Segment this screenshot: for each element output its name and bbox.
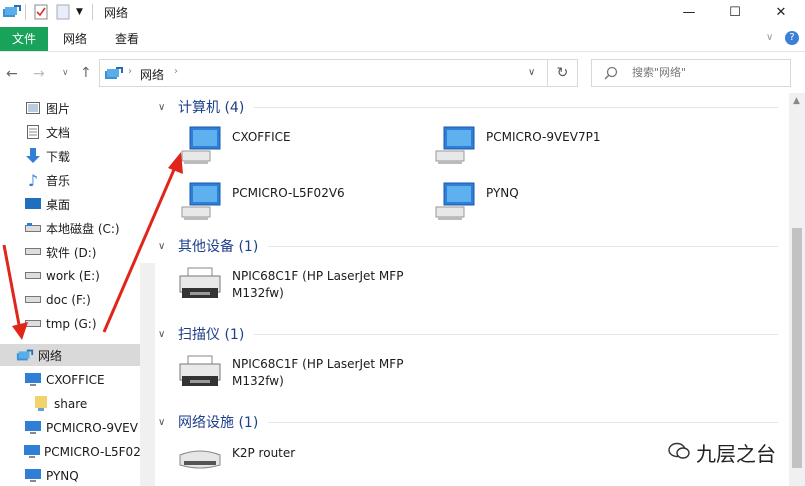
computer-icon: [24, 468, 42, 484]
group-divider: [268, 421, 778, 423]
sidebar-item-drive-g[interactable]: tmp (G:): [0, 313, 140, 335]
window-title: 网络: [104, 6, 129, 20]
scrollbar-thumb[interactable]: [792, 228, 802, 468]
computer-icon: [434, 181, 478, 226]
wechat-icon: [668, 441, 690, 465]
drive-icon: [24, 268, 42, 284]
group-header-computers[interactable]: ∨ 计算机 (4): [158, 97, 778, 117]
computer-icon: [180, 125, 224, 170]
network-item-pcmicro-9vev7p1[interactable]: PCMICRO-9VEV7P1: [434, 125, 600, 170]
network-item-router[interactable]: K2P router: [176, 441, 295, 478]
sidebar-item-pynq[interactable]: PYNQ: [0, 465, 140, 486]
navigation-pane: 图片 文档 下载 ♪ 音乐 桌面 本地磁盘 (C:) 软件 (D:) work …: [0, 93, 155, 486]
content-scrollbar[interactable]: ▲: [789, 93, 805, 486]
breadcrumb-network[interactable]: 网络: [140, 66, 164, 83]
group-header-other-devices[interactable]: ∨ 其他设备 (1): [158, 236, 778, 256]
search-box[interactable]: [591, 59, 791, 87]
drive-icon: [24, 316, 42, 332]
sidebar-item-drive-d[interactable]: 软件 (D:): [0, 241, 140, 263]
chevron-down-icon: ∨: [158, 101, 166, 113]
sidebar-item-drive-e[interactable]: work (E:): [0, 265, 140, 287]
refresh-button[interactable]: ↻: [548, 59, 578, 87]
collapse-ribbon-icon[interactable]: ∨: [766, 32, 773, 43]
chevron-down-icon: ∨: [158, 328, 166, 340]
drive-icon: [24, 244, 42, 260]
sidebar-item-downloads[interactable]: 下载: [0, 145, 140, 167]
close-button[interactable]: ✕: [758, 0, 804, 24]
scanner-icon: [176, 352, 224, 395]
documents-icon: [24, 124, 42, 140]
sidebar-item-music[interactable]: ♪ 音乐: [0, 169, 140, 191]
drive-icon: [24, 292, 42, 308]
help-icon[interactable]: ?: [785, 31, 799, 45]
customize-dropdown-icon[interactable]: ▼: [76, 3, 83, 21]
group-divider: [254, 106, 778, 108]
music-icon: ♪: [27, 170, 39, 190]
search-icon: [604, 66, 618, 83]
minimize-button[interactable]: —: [666, 0, 712, 24]
forward-arrow-icon[interactable]: →: [33, 66, 45, 82]
sidebar-item-network[interactable]: 网络: [0, 344, 140, 366]
app-icon: [2, 3, 22, 21]
breadcrumb-chevron-icon[interactable]: ›: [174, 66, 178, 77]
ribbon: 文件 网络 查看 ∨ ?: [0, 27, 805, 52]
sidebar-item-pictures[interactable]: 图片: [0, 97, 140, 119]
title-bar: ▼ 网络 — ☐ ✕: [0, 0, 805, 24]
tab-network[interactable]: 网络: [56, 27, 94, 51]
sidebar-item-pcmicro-l5f02[interactable]: PCMICRO-L5F02: [0, 441, 141, 463]
tab-view[interactable]: 查看: [108, 27, 146, 51]
content-pane: ∨ 计算机 (4) CXOFFICE PCMICRO-9VEV7P1 PCMIC…: [158, 93, 790, 486]
network-item-printer[interactable]: NPIC68C1F (HP LaserJet MFP M132fw): [176, 264, 422, 307]
sidebar-item-desktop[interactable]: 桌面: [0, 193, 140, 215]
network-item-pynq[interactable]: PYNQ: [434, 181, 519, 226]
properties-icon[interactable]: [34, 3, 48, 21]
watermark: 九层之台: [668, 438, 776, 467]
sidebar-item-cxoffice[interactable]: CXOFFICE: [0, 369, 140, 391]
sidebar-item-pcmicro-9vev[interactable]: PCMICRO-9VEV: [0, 417, 140, 439]
group-divider: [268, 245, 778, 247]
new-folder-icon[interactable]: [56, 3, 70, 21]
printer-icon: [176, 264, 224, 307]
address-bar[interactable]: › 网络 › ∨: [99, 59, 548, 87]
computer-icon: [180, 181, 224, 226]
sidebar-item-drive-f[interactable]: doc (F:): [0, 289, 140, 311]
scroll-up-icon[interactable]: ▲: [793, 96, 800, 106]
address-dropdown-icon[interactable]: ∨: [528, 67, 535, 78]
sidebar-item-drive-c[interactable]: 本地磁盘 (C:): [0, 217, 140, 239]
computer-icon: [24, 444, 40, 460]
breadcrumb-separator-icon: ›: [128, 66, 132, 77]
drive-icon: [24, 220, 42, 236]
group-header-network-infrastructure[interactable]: ∨ 网络设施 (1): [158, 412, 778, 432]
navigation-scrollbar[interactable]: [140, 263, 155, 486]
group-header-scanners[interactable]: ∨ 扫描仪 (1): [158, 324, 778, 344]
chevron-down-icon: ∨: [158, 416, 166, 428]
desktop-icon: [24, 196, 42, 212]
network-item-scanner[interactable]: NPIC68C1F (HP LaserJet MFP M132fw): [176, 352, 422, 395]
router-icon: [176, 441, 224, 478]
maximize-button[interactable]: ☐: [712, 0, 758, 24]
computer-icon: [24, 372, 42, 388]
computer-icon: [24, 420, 42, 436]
back-arrow-icon[interactable]: ←: [6, 66, 18, 82]
pictures-icon: [24, 100, 42, 116]
recent-locations-chevron-icon[interactable]: ∨: [62, 68, 69, 78]
sidebar-item-share[interactable]: share: [0, 393, 140, 415]
chevron-down-icon: ∨: [158, 240, 166, 252]
downloads-icon: [24, 148, 42, 164]
sidebar-item-documents[interactable]: 文档: [0, 121, 140, 143]
group-divider: [254, 333, 778, 335]
search-input[interactable]: [630, 65, 784, 80]
up-arrow-icon[interactable]: ↑: [80, 65, 92, 81]
computer-icon: [434, 125, 478, 170]
network-icon: [104, 65, 124, 84]
tab-file[interactable]: 文件: [0, 27, 48, 51]
network-item-cxoffice[interactable]: CXOFFICE: [180, 125, 291, 170]
shared-folder-icon: [32, 396, 50, 412]
network-item-pcmicro-l5f02v6[interactable]: PCMICRO-L5F02V6: [180, 181, 345, 226]
network-icon: [16, 347, 34, 363]
